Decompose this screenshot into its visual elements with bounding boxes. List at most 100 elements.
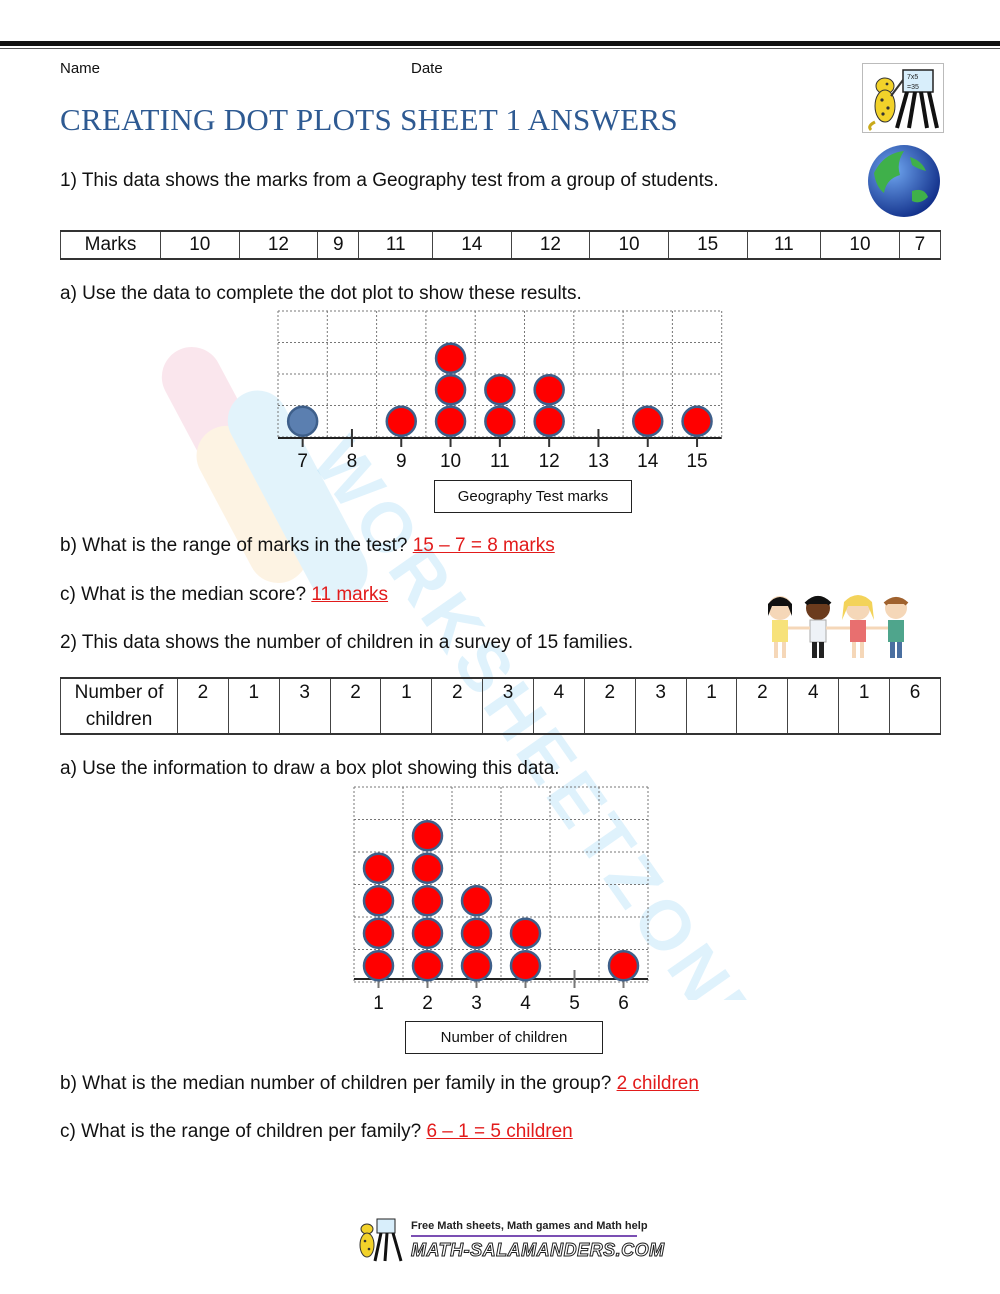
data-dot [411,885,444,917]
q2-part-b-question: b) What is the median number of children… [60,1073,612,1094]
q2-part-a: a) Use the information to draw a box plo… [60,758,560,779]
date-label: Date [411,60,443,77]
q1-part-c-question: c) What is the median score? [60,584,307,605]
data-dot [362,917,395,949]
table-cell: 3 [482,677,535,735]
x-tick-label: 1 [373,993,384,1014]
footer-site-name: MATH-SALAMANDERS.COM [411,1240,665,1261]
table-cell: 2 [583,677,636,735]
x-tick-label: 11 [490,451,510,472]
x-axis-label-geography: Geography Test marks [434,480,632,513]
data-dot [632,405,664,437]
data-dot [607,950,640,982]
name-label: Name [60,60,101,77]
table-row: Number of children 2 1 3 2 1 2 3 4 2 3 1… [60,677,941,735]
q1-part-b-answer: 15 – 7 = 8 marks [412,535,555,556]
data-dot [509,950,542,982]
q1-part-c: c) What is the median score? 11 marks [60,584,388,606]
q2-data-table: Number of children 2 1 3 2 1 2 3 4 2 3 1… [60,677,941,735]
table-cell: 11 [746,230,822,260]
q1-prompt: 1) This data shows the marks from a Geog… [60,170,719,191]
svg-text:=35: =35 [907,84,919,91]
footer-rule [411,1235,637,1237]
table-header-cell: Marks [60,230,161,260]
x-tick-label: 2 [422,993,433,1014]
table-cell: 7 [898,230,942,260]
table-cell: 12 [238,230,319,260]
data-dot [434,374,467,406]
data-dot [362,885,395,917]
data-dot [484,374,516,406]
table-cell: 14 [432,230,512,260]
x-tick-label: 15 [686,451,707,472]
salamander-footer-icon [359,1218,403,1262]
data-dot [411,950,444,982]
x-tick-label: 5 [569,993,580,1014]
x-tick-label: 13 [588,451,609,472]
plot-grid [353,786,649,983]
x-tick-label: 6 [618,993,629,1014]
table-cell: 1 [380,677,433,735]
dot-plot-children: 1 2 3 4 5 6 [353,786,649,1014]
x-tick-label: 14 [637,451,659,472]
table-cell: 10 [160,230,240,260]
salamander-logo: 7x5 =35 [862,63,944,133]
footer-tagline: Free Math sheets, Math games and Math he… [411,1220,648,1232]
table-cell: 10 [589,230,669,260]
table-cell: 2 [329,677,382,735]
table-cell: 2 [177,677,229,735]
footer-logo[interactable]: Free Math sheets, Math games and Math he… [355,1215,665,1265]
x-tick-label: 3 [471,993,482,1014]
q1-part-b: b) What is the range of marks in the tes… [60,535,555,557]
page-title: CREATING DOT PLOTS SHEET 1 ANSWERS [60,102,678,137]
data-dot [411,917,444,949]
example-dot [286,405,319,437]
table-cell: 3 [634,677,687,735]
data-dot [484,405,516,437]
data-dot [362,950,395,982]
table-cell: 1 [227,677,280,735]
top-rule [0,41,1000,46]
x-tick-label: 7 [297,451,308,472]
q1-data-table: Marks 10 12 9 11 14 12 10 15 11 10 7 [60,230,942,260]
data-dot [533,374,565,406]
table-row: Marks 10 12 9 11 14 12 10 15 11 10 7 [60,230,942,260]
table-cell: 1 [685,677,738,735]
data-dot [385,405,417,437]
x-tick-label: 8 [347,451,358,472]
salamander-teacher-icon: 7x5 =35 [868,69,939,132]
x-tick-label: 12 [539,451,560,472]
q1-part-a: a) Use the data to complete the dot plot… [60,283,582,304]
table-cell: 11 [358,230,433,260]
x-axis-label-children: Number of children [405,1021,603,1054]
table-cell: 10 [820,230,900,260]
data-dot [411,820,444,852]
x-tick-label: 10 [440,451,461,472]
data-dot [362,852,395,884]
data-dot [434,342,467,374]
data-dot [681,405,713,437]
table-cell: 6 [889,677,941,735]
data-dot [460,917,493,949]
svg-text:7x5: 7x5 [907,74,918,81]
globe-icon [868,145,940,217]
q2-part-c: c) What is the range of children per fam… [60,1121,573,1143]
q2-part-c-question: c) What is the range of children per fam… [60,1121,422,1142]
q1-part-c-answer: 11 marks [311,584,389,605]
dot-plot-geography: 7 8 9 10 11 12 13 14 15 [277,310,723,472]
q2-prompt: 2) This data shows the number of childre… [60,632,634,653]
data-dot [460,950,493,982]
table-cell: 4 [787,677,840,735]
table-header-line2: children [85,709,153,730]
table-cell: 3 [278,677,331,735]
data-dot [460,885,493,917]
q2-part-b: b) What is the median number of children… [60,1073,699,1095]
table-cell: 15 [667,230,748,260]
table-cell: 2 [736,677,789,735]
table-cell: 1 [838,677,891,735]
table-header-line1: Number of [74,682,164,703]
children-holding-hands-icon [768,595,909,658]
q2-part-c-answer: 6 – 1 = 5 children [426,1121,573,1142]
data-dot [533,405,565,437]
top-rule-thin [0,48,1000,49]
